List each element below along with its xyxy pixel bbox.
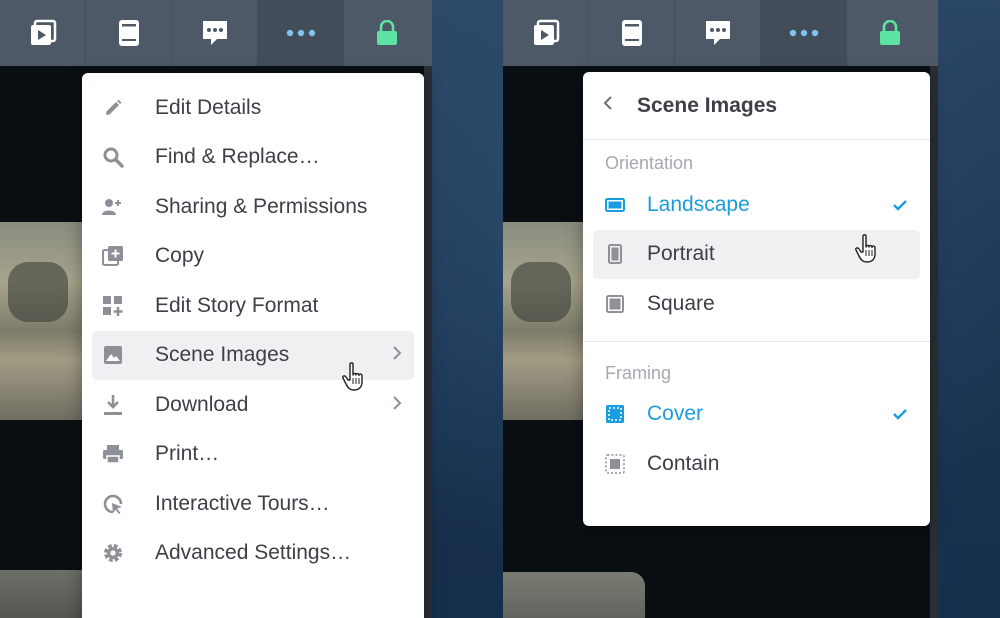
menu-item-label: Sharing & Permissions [155, 194, 368, 218]
scene-thumbnail [503, 222, 585, 420]
option-contain[interactable]: Contain [593, 439, 920, 489]
menu-item-label: Edit Details [155, 95, 262, 119]
search-icon [102, 146, 124, 168]
lock-icon [880, 20, 900, 45]
menu-item-download[interactable]: Download [92, 380, 414, 430]
book-icon [118, 20, 139, 46]
option-label: Contain [647, 451, 720, 475]
menu-item-print[interactable]: Print… [92, 430, 414, 480]
section-label-orientation: Orientation [605, 153, 694, 173]
comment-icon [202, 21, 227, 45]
menu-item-advanced-settings[interactable]: Advanced Settings… [92, 529, 414, 579]
menu-item-label: Find & Replace… [155, 145, 320, 169]
scrollbar[interactable] [930, 66, 938, 618]
scene-thumbnail [0, 570, 82, 618]
menu-item-interactive-tours[interactable]: Interactive Tours… [92, 479, 414, 529]
toolbar [0, 0, 432, 66]
menu-item-scene-images[interactable]: Scene Images [92, 330, 414, 391]
section-label-framing: Framing [605, 362, 672, 383]
menu-item-edit-story-format[interactable]: Edit Story Format [92, 281, 414, 331]
gear-icon [102, 542, 124, 564]
more-button[interactable] [258, 0, 344, 66]
play-square-icon [533, 19, 559, 45]
play-square-icon [30, 19, 56, 45]
comments-button[interactable] [172, 0, 258, 66]
scene-thumbnail [0, 222, 82, 420]
grid-plus-icon [102, 295, 124, 317]
checkmark-icon [892, 193, 908, 217]
menu-item-label: Scene Images [155, 343, 290, 367]
hand-pointer-cursor-icon [855, 233, 883, 270]
toolbar [503, 0, 938, 66]
more-dots-icon [789, 29, 818, 37]
landscape-icon [605, 195, 625, 215]
cover-frame-icon [605, 404, 625, 424]
comments-button[interactable] [675, 0, 761, 66]
menu-item-label: Print… [155, 442, 220, 466]
lock-button[interactable] [344, 0, 430, 66]
comment-icon [705, 21, 730, 45]
preview-button[interactable] [503, 0, 589, 66]
copy-icon [102, 245, 124, 267]
pencil-icon [102, 97, 124, 119]
option-landscape[interactable]: Landscape [593, 180, 920, 230]
menu-item-label: Download [155, 392, 249, 416]
checkmark-icon [892, 402, 908, 426]
contain-frame-icon [605, 454, 625, 474]
menu-item-label: Interactive Tours… [155, 491, 330, 515]
scene-images-menu: Scene Images Orientation Landscape Portr… [583, 72, 930, 526]
preview-button[interactable] [0, 0, 86, 66]
back-chevron-icon[interactable] [603, 95, 613, 116]
book-icon [621, 20, 642, 46]
menu-item-sharing-permissions[interactable]: Sharing & Permissions [92, 182, 414, 232]
option-square[interactable]: Square [593, 279, 920, 329]
scrollbar[interactable] [424, 66, 432, 618]
menu-item-label: Advanced Settings… [155, 541, 352, 565]
story-book-button[interactable] [86, 0, 172, 66]
option-cover[interactable]: Cover [593, 390, 920, 440]
submenu-title: Scene Images [637, 93, 778, 117]
more-dots-icon [286, 29, 315, 37]
lock-button[interactable] [847, 0, 933, 66]
more-button[interactable] [761, 0, 847, 66]
scene-thumbnail [503, 572, 645, 618]
portrait-icon [605, 244, 625, 265]
more-menu: Edit Details Find & Replace… Sharing & P… [82, 73, 424, 618]
option-label: Portrait [647, 242, 715, 266]
image-icon [102, 344, 124, 366]
option-label: Landscape [647, 192, 750, 216]
menu-item-find-replace[interactable]: Find & Replace… [92, 133, 414, 183]
story-book-button[interactable] [589, 0, 675, 66]
tour-icon [102, 493, 124, 515]
printer-icon [102, 443, 124, 465]
square-icon [605, 294, 625, 314]
option-label: Square [647, 291, 715, 315]
menu-item-label: Copy [155, 244, 205, 268]
lock-icon [377, 20, 397, 45]
menu-item-copy[interactable]: Copy [92, 232, 414, 282]
menu-item-label: Edit Story Format [155, 293, 319, 317]
option-portrait[interactable]: Portrait [593, 229, 920, 279]
submenu-header: Scene Images [583, 72, 930, 140]
option-label: Cover [647, 402, 704, 426]
download-icon [102, 394, 124, 416]
add-user-icon [102, 196, 124, 218]
chevron-right-icon [392, 343, 402, 367]
menu-item-edit-details[interactable]: Edit Details [92, 83, 414, 133]
chevron-right-icon [392, 393, 402, 417]
